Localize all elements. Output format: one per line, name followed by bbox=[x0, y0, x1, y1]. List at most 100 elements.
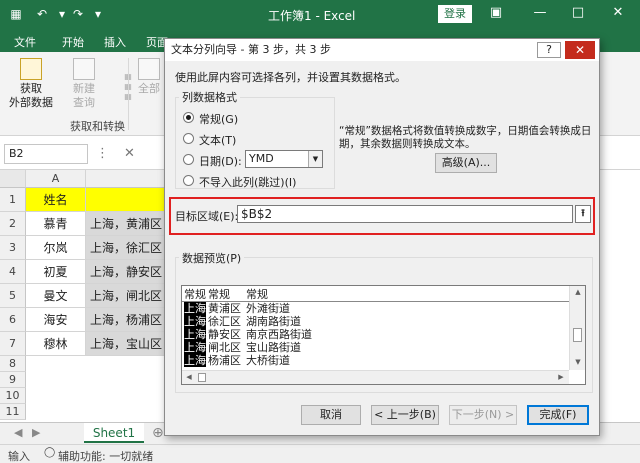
row-header[interactable]: 4 bbox=[0, 260, 26, 284]
title-bar: ▦ ↶ ▾ ↷ ▾ 工作簿1 - Excel 登录 ▣ — □ ✕ bbox=[0, 0, 640, 30]
collapse-dialog-icon[interactable]: ⭱ bbox=[575, 205, 591, 223]
row-header[interactable]: 9 bbox=[0, 372, 26, 388]
radio-skip-label[interactable]: 不导入此列(跳过)(I) bbox=[199, 174, 296, 190]
radio-skip[interactable] bbox=[183, 175, 194, 186]
preview-header-1[interactable]: 常规 bbox=[184, 288, 206, 301]
vertical-scroll-thumb[interactable] bbox=[573, 328, 582, 342]
window-close-icon[interactable]: ✕ bbox=[610, 5, 626, 20]
group-get-transform-label: 获取和转换 bbox=[70, 120, 125, 133]
name-cell[interactable]: 尔岚 bbox=[26, 236, 86, 260]
status-accessibility[interactable]: 辅助功能: 一切就绪 bbox=[58, 448, 153, 463]
select-all-corner[interactable] bbox=[0, 170, 26, 188]
dialog-title: 文本分列向导 - 第 3 步，共 3 步 bbox=[165, 39, 599, 61]
preview-header-2[interactable]: 常规 bbox=[208, 288, 230, 301]
sheet-next-icon[interactable]: ▶ bbox=[32, 426, 40, 439]
radio-general-label[interactable]: 常规(G) bbox=[199, 111, 238, 127]
tab-home[interactable]: 开始 bbox=[62, 34, 84, 50]
tab-file[interactable]: 文件 bbox=[14, 34, 36, 50]
preview-header-3[interactable]: 常规 bbox=[246, 288, 268, 301]
add-sheet-icon[interactable]: ⊕ bbox=[152, 425, 164, 441]
undo-icon[interactable]: ↶ bbox=[34, 6, 50, 22]
back-button[interactable]: < 上一步(B) bbox=[371, 405, 439, 425]
name-cell[interactable]: 初夏 bbox=[26, 260, 86, 284]
preview-cell: 上海 bbox=[184, 315, 206, 328]
name-box[interactable]: B2 bbox=[4, 144, 88, 164]
preview-cell: 宝山路街道 bbox=[246, 341, 301, 354]
scroll-up-icon[interactable]: ▲ bbox=[571, 288, 585, 296]
login-button[interactable]: 登录 bbox=[438, 5, 472, 23]
date-format-value: YMD bbox=[249, 152, 274, 165]
undo-dropdown-icon[interactable]: ▾ bbox=[54, 6, 70, 22]
radio-general[interactable] bbox=[183, 112, 194, 123]
name-cell[interactable]: 曼文 bbox=[26, 284, 86, 308]
header-cell-name[interactable]: 姓名 bbox=[26, 188, 86, 212]
redo-icon[interactable]: ↷ bbox=[70, 6, 86, 22]
address-cell[interactable]: 上海，黄浦区 bbox=[86, 212, 166, 236]
ribbon-options-icon[interactable]: ▣ bbox=[488, 5, 504, 20]
refresh-all-label: 全部 bbox=[138, 82, 160, 95]
scroll-left-icon[interactable]: ◀ bbox=[182, 373, 196, 381]
new-query-button[interactable]: 新建 查询 bbox=[64, 58, 104, 110]
name-cell[interactable]: 慕青 bbox=[26, 212, 86, 236]
preview-horizontal-scrollbar[interactable]: ◀ ▶ bbox=[182, 370, 569, 384]
dialog-help-button[interactable]: ? bbox=[537, 42, 561, 58]
scroll-right-icon[interactable]: ▶ bbox=[554, 373, 568, 381]
preview-cell: 上海 bbox=[184, 328, 206, 341]
customize-toolbar-icon[interactable]: ▾ bbox=[90, 6, 106, 22]
column-header-b[interactable] bbox=[86, 170, 166, 188]
radio-date-label[interactable]: 日期(D): bbox=[199, 153, 242, 169]
status-mode: 输入 bbox=[8, 450, 30, 463]
preview-cell: 南京西路街道 bbox=[246, 328, 312, 341]
get-external-data-button[interactable]: 获取 外部数据 bbox=[6, 58, 56, 110]
date-format-select[interactable]: YMD ▼ bbox=[245, 150, 323, 168]
address-cell[interactable]: 上海，徐汇区 bbox=[86, 236, 166, 260]
minimize-icon[interactable]: — bbox=[532, 5, 548, 20]
refresh-all-icon bbox=[138, 58, 160, 80]
address-cell[interactable]: 上海，宝山区 bbox=[86, 332, 166, 356]
new-query-label: 新建 查询 bbox=[73, 82, 95, 109]
row-header[interactable]: 6 bbox=[0, 308, 26, 332]
preview-cell: 徐汇区 bbox=[208, 315, 241, 328]
scroll-down-icon[interactable]: ▼ bbox=[571, 358, 585, 366]
preview-cell: 上海 bbox=[184, 354, 206, 367]
preview-vertical-scrollbar[interactable]: ▲ ▼ bbox=[569, 286, 585, 370]
radio-text-label[interactable]: 文本(T) bbox=[199, 132, 236, 148]
chevron-down-icon[interactable]: ▼ bbox=[308, 151, 322, 167]
advanced-button[interactable]: 高级(A)... bbox=[435, 153, 497, 173]
next-button[interactable]: 下一步(N) > bbox=[449, 405, 517, 425]
name-cell[interactable]: 穆林 bbox=[26, 332, 86, 356]
preview-cell: 静安区 bbox=[208, 328, 241, 341]
column-header-a[interactable]: A bbox=[26, 170, 86, 188]
row-header[interactable]: 11 bbox=[0, 404, 26, 420]
row-header[interactable]: 2 bbox=[0, 212, 26, 236]
horizontal-scroll-thumb[interactable] bbox=[198, 373, 206, 382]
maximize-icon[interactable]: □ bbox=[570, 5, 586, 20]
row-header[interactable]: 10 bbox=[0, 388, 26, 404]
cancel-button[interactable]: 取消 bbox=[301, 405, 361, 425]
dialog-close-button[interactable]: ✕ bbox=[565, 41, 595, 59]
finish-button[interactable]: 完成(F) bbox=[527, 405, 589, 425]
namebox-separator-icon: ⋮ bbox=[96, 146, 109, 161]
cancel-entry-icon[interactable]: ✕ bbox=[124, 146, 135, 161]
save-icon[interactable]: ▦ bbox=[8, 6, 24, 22]
text-to-columns-dialog: 文本分列向导 - 第 3 步，共 3 步 ? ✕ 使用此屏内容可选择各列，并设置… bbox=[164, 38, 600, 436]
row-header[interactable]: 8 bbox=[0, 356, 26, 372]
sheet-tab-sheet1[interactable]: Sheet1 bbox=[84, 423, 144, 443]
target-range-input[interactable]: $B$2 bbox=[237, 205, 573, 223]
address-cell[interactable]: 上海，闸北区 bbox=[86, 284, 166, 308]
row-header[interactable]: 3 bbox=[0, 236, 26, 260]
refresh-all-button[interactable]: 全部 bbox=[134, 58, 164, 96]
radio-text[interactable] bbox=[183, 133, 194, 144]
preview-cell: 杨浦区 bbox=[208, 354, 241, 367]
data-preview[interactable]: 常规 常规 常规 上海 黄浦区 外滩街道 上海 徐汇区 湖南路街道 上海 静安区… bbox=[181, 285, 586, 385]
address-cell[interactable]: 上海，杨浦区 bbox=[86, 308, 166, 332]
row-header[interactable]: 1 bbox=[0, 188, 26, 212]
name-cell[interactable]: 海安 bbox=[26, 308, 86, 332]
tab-insert[interactable]: 插入 bbox=[104, 34, 126, 50]
address-cell[interactable]: 上海，静安区 bbox=[86, 260, 166, 284]
radio-date[interactable] bbox=[183, 154, 194, 165]
header-cell-address[interactable] bbox=[86, 188, 166, 212]
row-header[interactable]: 5 bbox=[0, 284, 26, 308]
row-header[interactable]: 7 bbox=[0, 332, 26, 356]
sheet-prev-icon[interactable]: ◀ bbox=[14, 426, 22, 439]
